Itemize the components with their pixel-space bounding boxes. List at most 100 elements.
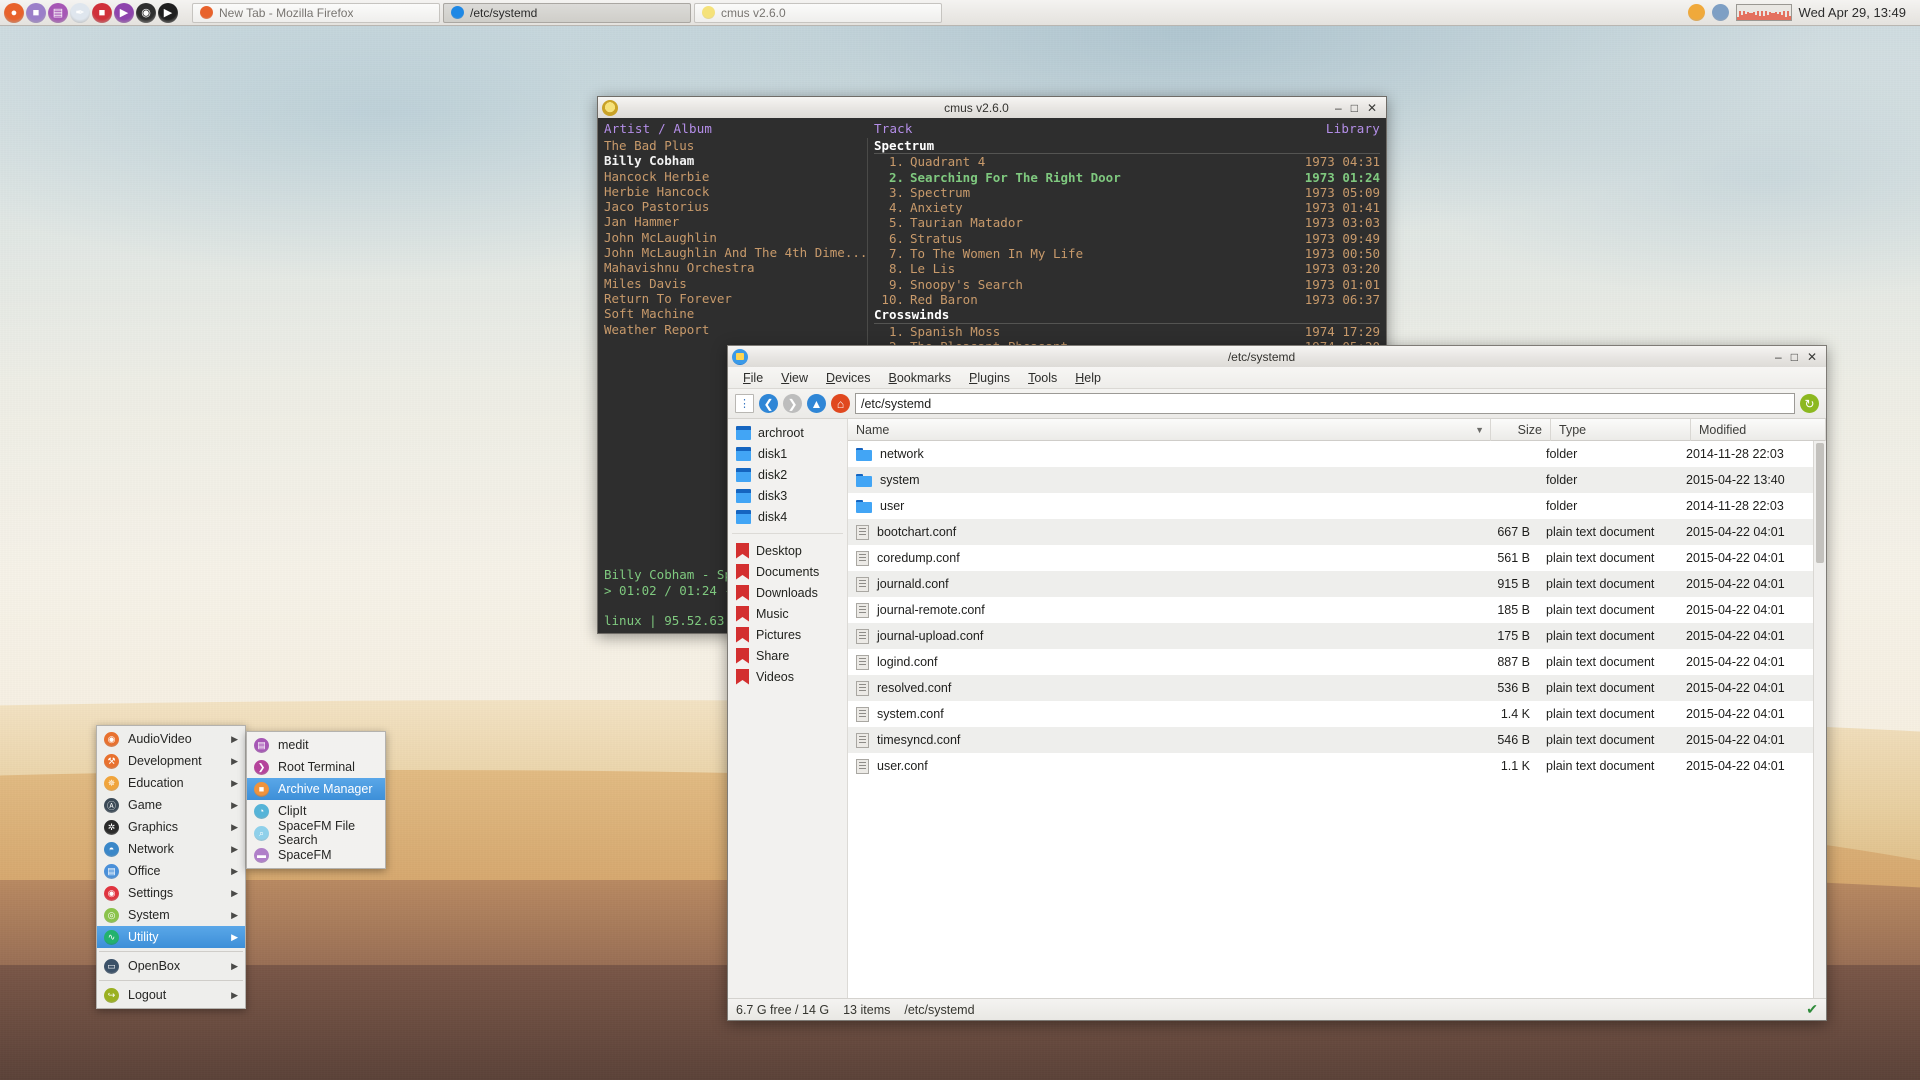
menu-item-medit[interactable]: ▤ medit <box>247 734 385 756</box>
bookmark-item-pictures[interactable]: Pictures <box>728 624 847 645</box>
cmus-track-row[interactable]: 2. Searching For The Right Door 1973 01:24 <box>874 170 1380 185</box>
menu-item-network[interactable]: ◓ Network ▶ <box>97 838 245 860</box>
back-icon[interactable]: ❮ <box>759 394 778 413</box>
device-item-archroot[interactable]: archroot <box>728 422 847 443</box>
menu-item-utility[interactable]: ∿ Utility ▶ <box>97 926 245 948</box>
firefox-launcher[interactable]: ● <box>4 2 24 23</box>
cmus-artist-item[interactable]: Mahavishnu Orchestra <box>604 260 861 275</box>
cmus-track-row[interactable]: 1. Quadrant 4 1973 04:31 <box>874 154 1380 169</box>
cmus-artist-item[interactable]: Return To Forever <box>604 291 861 306</box>
device-item-disk2[interactable]: disk2 <box>728 464 847 485</box>
file-manager-minimize-button[interactable]: – <box>1775 351 1782 363</box>
cmus-artist-item[interactable]: John McLaughlin And The 4th Dime... <box>604 245 867 260</box>
file-manager-launcher[interactable]: ■ <box>26 2 46 23</box>
cmus-maximize-button[interactable]: □ <box>1351 102 1358 114</box>
bookmark-item-share[interactable]: Share <box>728 645 847 666</box>
cmus-track-row[interactable]: 7. To The Women In My Life 1973 00:50 <box>874 246 1380 261</box>
text-editor-launcher[interactable]: ▤ <box>48 2 68 23</box>
device-item-disk1[interactable]: disk1 <box>728 443 847 464</box>
bookmark-item-documents[interactable]: Documents <box>728 561 847 582</box>
file-row[interactable]: resolved.conf 536 B plain text document 201… <box>848 675 1813 701</box>
menu-help[interactable]: Help <box>1066 369 1110 387</box>
path-input[interactable]: /etc/systemd <box>855 393 1795 414</box>
cmus-track-row[interactable]: 5. Taurian Matador 1973 03:03 <box>874 215 1380 230</box>
cmus-track-row[interactable]: 6. Stratus 1973 09:49 <box>874 231 1380 246</box>
disc-launcher[interactable]: ◉ <box>136 2 156 23</box>
cmus-artist-item[interactable]: Soft Machine <box>604 306 861 321</box>
menu-item-system[interactable]: ◎ System ▶ <box>97 904 245 926</box>
network-tray-icon[interactable] <box>1711 4 1729 21</box>
menu-item-office[interactable]: ▤ Office ▶ <box>97 860 245 882</box>
cmus-artist-item[interactable]: The Bad Plus <box>604 138 861 153</box>
cmus-track-row[interactable]: 1. Spanish Moss 1974 17:29 <box>874 324 1380 339</box>
cmus-track-row[interactable]: 8. Le Lis 1973 03:20 <box>874 261 1380 276</box>
cmus-titlebar[interactable]: cmus v2.6.0 – □ ✕ <box>597 96 1387 118</box>
menu-plugins[interactable]: Plugins <box>960 369 1019 387</box>
screenshot-launcher[interactable]: ✒ <box>70 2 90 23</box>
bookmark-item-music[interactable]: Music <box>728 603 847 624</box>
menu-item-development[interactable]: ⚒ Development ▶ <box>97 750 245 772</box>
file-manager-maximize-button[interactable]: □ <box>1791 351 1798 363</box>
taskbar-button-1[interactable]: /etc/systemd <box>443 2 691 23</box>
column-header-name[interactable]: Name ▼ <box>848 418 1491 441</box>
cmus-artist-item[interactable]: John McLaughlin <box>604 230 861 245</box>
taskbar-button-2[interactable]: cmus v2.6.0 <box>694 2 942 23</box>
menu-item-game[interactable]: Ⓐ Game ▶ <box>97 794 245 816</box>
cmus-artist-item[interactable]: Hancock Herbie <box>604 169 861 184</box>
file-list-scrollbar[interactable] <box>1813 441 1826 998</box>
menu-item-root-terminal[interactable]: ❯ Root Terminal <box>247 756 385 778</box>
menu-view[interactable]: View <box>772 369 817 387</box>
cmus-artist-item[interactable]: Herbie Hancock <box>604 184 861 199</box>
bookmark-item-videos[interactable]: Videos <box>728 666 847 687</box>
menu-item-graphics[interactable]: ✲ Graphics ▶ <box>97 816 245 838</box>
cmus-track-row[interactable]: 4. Anxiety 1973 01:41 <box>874 200 1380 215</box>
file-row[interactable]: user.conf 1.1 K plain text document 2015-04… <box>848 753 1813 779</box>
cmus-artist-item[interactable]: Weather Report <box>604 322 861 337</box>
file-row[interactable]: journal-remote.conf 185 B plain text docum… <box>848 597 1813 623</box>
menu-item-logout[interactable]: ↪ Logout ▶ <box>97 984 245 1006</box>
file-row[interactable]: timesyncd.conf 546 B plain text document 20… <box>848 727 1813 753</box>
taskbar-button-0[interactable]: New Tab - Mozilla Firefox <box>192 2 440 23</box>
update-tray-icon[interactable] <box>1687 4 1705 21</box>
file-row[interactable]: logind.conf 887 B plain text document 2015-… <box>848 649 1813 675</box>
menu-item-archive-manager[interactable]: ■ Archive Manager <box>247 778 385 800</box>
menu-bookmarks[interactable]: Bookmarks <box>880 369 961 387</box>
file-row[interactable]: network folder 2014-11-28 22:03 <box>848 441 1813 467</box>
file-manager-close-button[interactable]: ✕ <box>1807 351 1817 363</box>
file-row[interactable]: system.conf 1.4 K plain text document 2015-… <box>848 701 1813 727</box>
menu-item-settings[interactable]: ◉ Settings ▶ <box>97 882 245 904</box>
menu-item-openbox[interactable]: ▭ OpenBox ▶ <box>97 955 245 977</box>
column-header-modified[interactable]: Modified <box>1691 418 1826 441</box>
file-row[interactable]: journal-upload.conf 175 B plain text docum… <box>848 623 1813 649</box>
cmus-track-row[interactable]: 3. Spectrum 1973 05:09 <box>874 185 1380 200</box>
cmus-artist-item[interactable]: Billy Cobham <box>604 153 861 168</box>
menu-item-spacefm-file-search[interactable]: ⌕ SpaceFM File Search <box>247 819 385 847</box>
menu-devices[interactable]: Devices <box>817 369 879 387</box>
bookmark-item-desktop[interactable]: Desktop <box>728 540 847 561</box>
up-icon[interactable]: ▲ <box>807 394 826 413</box>
column-header-type[interactable]: Type <box>1551 418 1691 441</box>
device-item-disk3[interactable]: disk3 <box>728 485 847 506</box>
cmus-artist-item[interactable]: Jan Hammer <box>604 214 861 229</box>
file-row[interactable]: coredump.conf 561 B plain text document 201… <box>848 545 1813 571</box>
device-item-disk4[interactable]: disk4 <box>728 506 847 527</box>
refresh-icon[interactable]: ↻ <box>1800 394 1819 413</box>
cmus-artist-item[interactable]: Miles Davis <box>604 276 861 291</box>
new-tab-icon[interactable]: ⋮ <box>735 394 754 413</box>
menu-item-audiovideo[interactable]: ◉ AudioVideo ▶ <box>97 728 245 750</box>
cpu-usage-graph[interactable] <box>1735 4 1792 21</box>
cmus-close-button[interactable]: ✕ <box>1367 102 1377 114</box>
menu-file[interactable]: File <box>734 369 772 387</box>
file-manager-titlebar[interactable]: /etc/systemd – □ ✕ <box>727 345 1827 367</box>
menu-tools[interactable]: Tools <box>1019 369 1066 387</box>
file-row[interactable]: system folder 2015-04-22 13:40 <box>848 467 1813 493</box>
cmus-minimize-button[interactable]: – <box>1335 102 1342 114</box>
archive-manager-launcher[interactable]: ■ <box>92 2 112 23</box>
file-row[interactable]: bootchart.conf 667 B plain text document 20… <box>848 519 1813 545</box>
media-player-launcher[interactable]: ▶ <box>114 2 134 23</box>
cmus-track-row[interactable]: 10. Red Baron 1973 06:37 <box>874 292 1380 307</box>
cmus-artist-item[interactable]: Jaco Pastorius <box>604 199 861 214</box>
video-launcher[interactable]: ▶ <box>158 2 178 23</box>
menu-item-spacefm[interactable]: ▬ SpaceFM <box>247 844 385 866</box>
bookmark-item-downloads[interactable]: Downloads <box>728 582 847 603</box>
